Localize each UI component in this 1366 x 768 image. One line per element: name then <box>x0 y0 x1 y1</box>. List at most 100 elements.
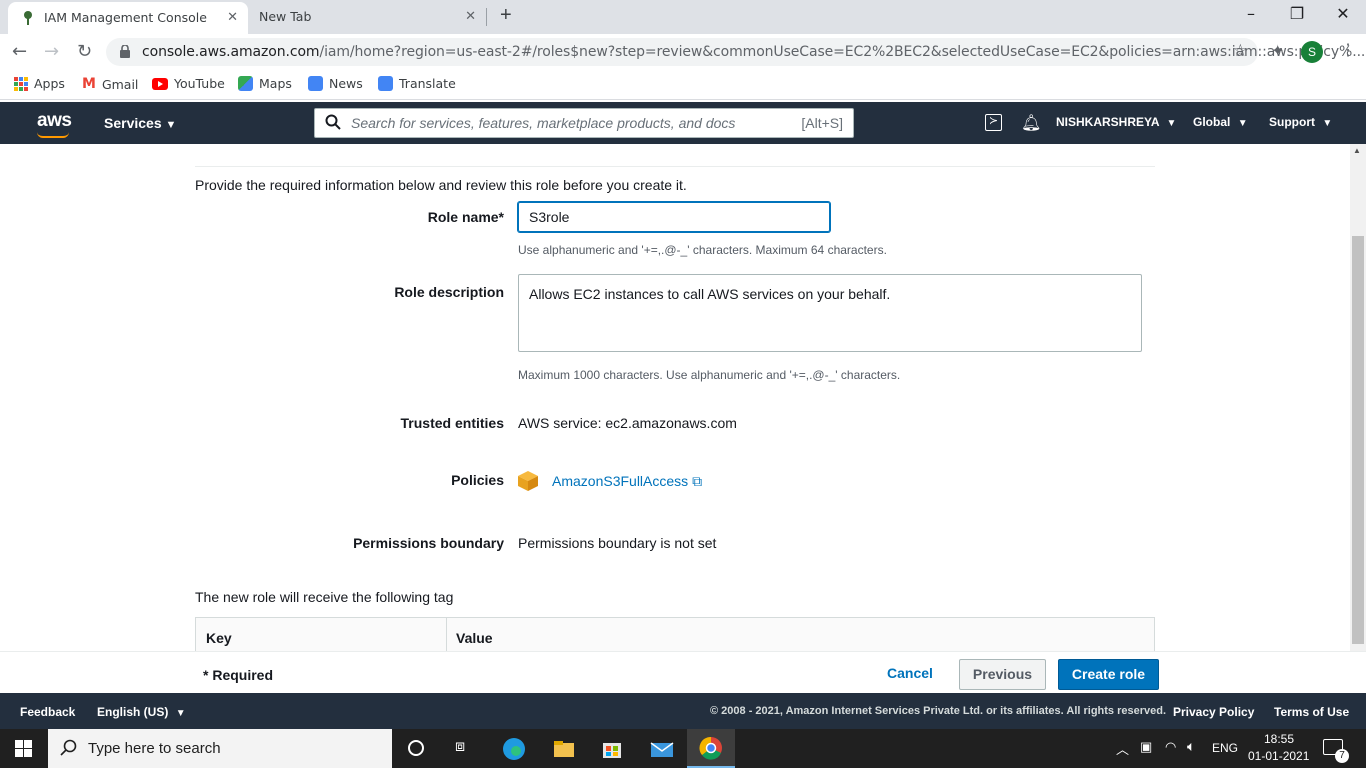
aws-search-input[interactable]: Search for services, features, marketpla… <box>314 108 854 138</box>
divider <box>195 166 1155 167</box>
permissions-boundary-label: Permissions boundary <box>353 535 504 551</box>
caret-down-icon: ▼ <box>1237 118 1248 129</box>
taskbar-search-placeholder: Type here to search <box>88 740 221 757</box>
required-note: * Required <box>203 667 274 683</box>
notifications-bell-icon[interactable]: 🔔︎ <box>1021 113 1041 133</box>
account-menu[interactable]: NISHKARSHREYA ▼ <box>1056 115 1176 129</box>
support-menu[interactable]: Support ▼ <box>1269 115 1332 129</box>
scrollbar-thumb[interactable] <box>1352 236 1364 644</box>
taskbar-chrome-active[interactable] <box>687 729 735 768</box>
bookmark-maps[interactable]: Maps <box>238 76 292 91</box>
notification-count-badge: 7 <box>1335 749 1349 763</box>
close-tab-icon[interactable]: ✕ <box>465 9 476 24</box>
wizard-action-bar: * Required Cancel Previous Create role <box>0 651 1366 693</box>
cloudshell-icon[interactable]: ≻ <box>985 114 1002 131</box>
close-tab-icon[interactable]: ✕ <box>227 10 238 25</box>
bookmark-star-icon[interactable]: ☆ <box>1233 41 1248 61</box>
create-role-button[interactable]: Create role <box>1058 659 1159 690</box>
support-label: Support <box>1269 115 1315 129</box>
maps-icon <box>238 76 253 91</box>
services-label: Services <box>104 115 162 131</box>
store-icon[interactable] <box>598 735 626 763</box>
tag-table-header: Key Value <box>195 617 1155 651</box>
role-name-input[interactable]: S3role <box>518 202 830 232</box>
file-explorer-icon[interactable] <box>550 735 578 763</box>
network-icon[interactable]: ◠ <box>1165 739 1176 755</box>
services-menu[interactable]: Services ▼ <box>104 115 176 131</box>
page-scrollbar[interactable]: ▲ <box>1350 144 1366 651</box>
role-name-label: Role name* <box>427 209 504 225</box>
clock-date[interactable]: 01-01-2021 <box>1248 749 1309 763</box>
caret-down-icon: ▼ <box>165 119 177 131</box>
search-icon <box>60 739 78 762</box>
account-label: NISHKARSHREYA <box>1056 115 1160 129</box>
input-language[interactable]: ENG <box>1212 741 1238 755</box>
tab-title: IAM Management Console <box>44 10 207 25</box>
cortana-icon[interactable] <box>408 740 424 756</box>
policy-cube-icon <box>517 470 539 497</box>
copyright-text: © 2008 - 2021, Amazon Internet Services … <box>710 705 1167 717</box>
console-footer: Feedback English (US) ▼ © 2008 - 2021, A… <box>0 693 1366 729</box>
minimize-icon[interactable]: – <box>1228 4 1274 23</box>
restore-icon[interactable]: ❐ <box>1274 4 1320 23</box>
clock-time[interactable]: 18:55 <box>1264 732 1294 746</box>
youtube-icon <box>152 77 168 90</box>
caret-down-icon: ▼ <box>1322 118 1333 129</box>
language-label: English (US) <box>97 705 169 719</box>
bookmark-apps[interactable]: Apps <box>14 76 65 91</box>
forward-icon[interactable]: → <box>44 41 59 62</box>
privacy-policy-link[interactable]: Privacy Policy <box>1173 705 1254 719</box>
review-role-form: Provide the required information below a… <box>0 144 1350 651</box>
feedback-link[interactable]: Feedback <box>20 705 75 719</box>
edge-icon[interactable] <box>500 735 528 763</box>
trusted-entities-label: Trusted entities <box>400 415 504 431</box>
browser-toolbar: ← → ↻ console.aws.amazon.com/iam/home?re… <box>0 34 1366 70</box>
form-intro: Provide the required information below a… <box>195 177 687 193</box>
role-description-hint: Maximum 1000 characters. Use alphanumeri… <box>518 368 901 382</box>
policy-link[interactable]: AmazonS3FullAccess ⧉ <box>552 473 702 490</box>
close-window-icon[interactable]: ✕ <box>1320 4 1366 23</box>
tab-iam-console[interactable]: IAM Management Console ✕ <box>8 2 248 34</box>
mail-icon[interactable] <box>648 735 676 763</box>
tag-key-column: Key <box>206 630 232 646</box>
chrome-menu-icon[interactable]: ⋮ <box>1340 40 1356 60</box>
device-icon[interactable]: ▣ <box>1140 739 1152 755</box>
tab-new-tab[interactable]: New Tab ✕ <box>248 0 488 34</box>
external-link-icon: ⧉ <box>692 473 703 489</box>
policies-label: Policies <box>451 472 504 488</box>
url-path: /iam/home?region=us-east-2#/roles$new?st… <box>319 44 1366 60</box>
extensions-icon[interactable]: ✦ <box>1271 41 1284 61</box>
bookmark-news[interactable]: News <box>308 76 363 91</box>
back-icon[interactable]: ← <box>12 41 27 62</box>
address-bar[interactable]: console.aws.amazon.com/iam/home?region=u… <box>106 38 1365 66</box>
tray-chevron-up-icon[interactable]: ︿ <box>1116 739 1129 758</box>
previous-button[interactable]: Previous <box>959 659 1046 690</box>
terms-of-use-link[interactable]: Terms of Use <box>1274 705 1349 719</box>
task-view-icon[interactable]: ⧈ <box>455 738 465 756</box>
language-selector[interactable]: English (US) ▼ <box>97 705 186 719</box>
profile-avatar[interactable]: S <box>1301 41 1323 63</box>
trusted-entities-value: AWS service: ec2.amazonaws.com <box>518 415 737 431</box>
bookmark-gmail[interactable]: M Gmail <box>82 76 138 92</box>
tab-title: New Tab <box>259 9 312 24</box>
tag-value-column: Value <box>456 630 493 646</box>
permissions-boundary-value: Permissions boundary is not set <box>518 535 717 551</box>
bookmark-youtube[interactable]: YouTube <box>152 76 225 91</box>
bookmark-label: YouTube <box>174 76 225 91</box>
aws-logo[interactable]: aws <box>37 110 72 138</box>
bookmark-translate[interactable]: Translate <box>378 76 456 91</box>
caret-down-icon: ▼ <box>175 708 186 719</box>
windows-start-icon[interactable] <box>15 740 32 757</box>
reload-icon[interactable]: ↻ <box>77 41 92 62</box>
bookmark-label: Maps <box>259 76 292 91</box>
volume-icon[interactable]: 🔈︎ <box>1187 738 1195 755</box>
taskbar-search-input[interactable]: Type here to search <box>48 729 392 768</box>
bookmark-label: Gmail <box>101 76 139 92</box>
region-menu[interactable]: Global ▼ <box>1193 115 1248 129</box>
search-shortcut: [Alt+S] <box>801 115 843 131</box>
role-description-textarea[interactable]: Allows EC2 instances to call AWS service… <box>518 274 1142 352</box>
new-tab-icon[interactable]: + <box>500 4 512 27</box>
gmail-icon: M <box>82 76 96 92</box>
cancel-button[interactable]: Cancel <box>870 659 950 690</box>
search-icon <box>325 114 341 135</box>
